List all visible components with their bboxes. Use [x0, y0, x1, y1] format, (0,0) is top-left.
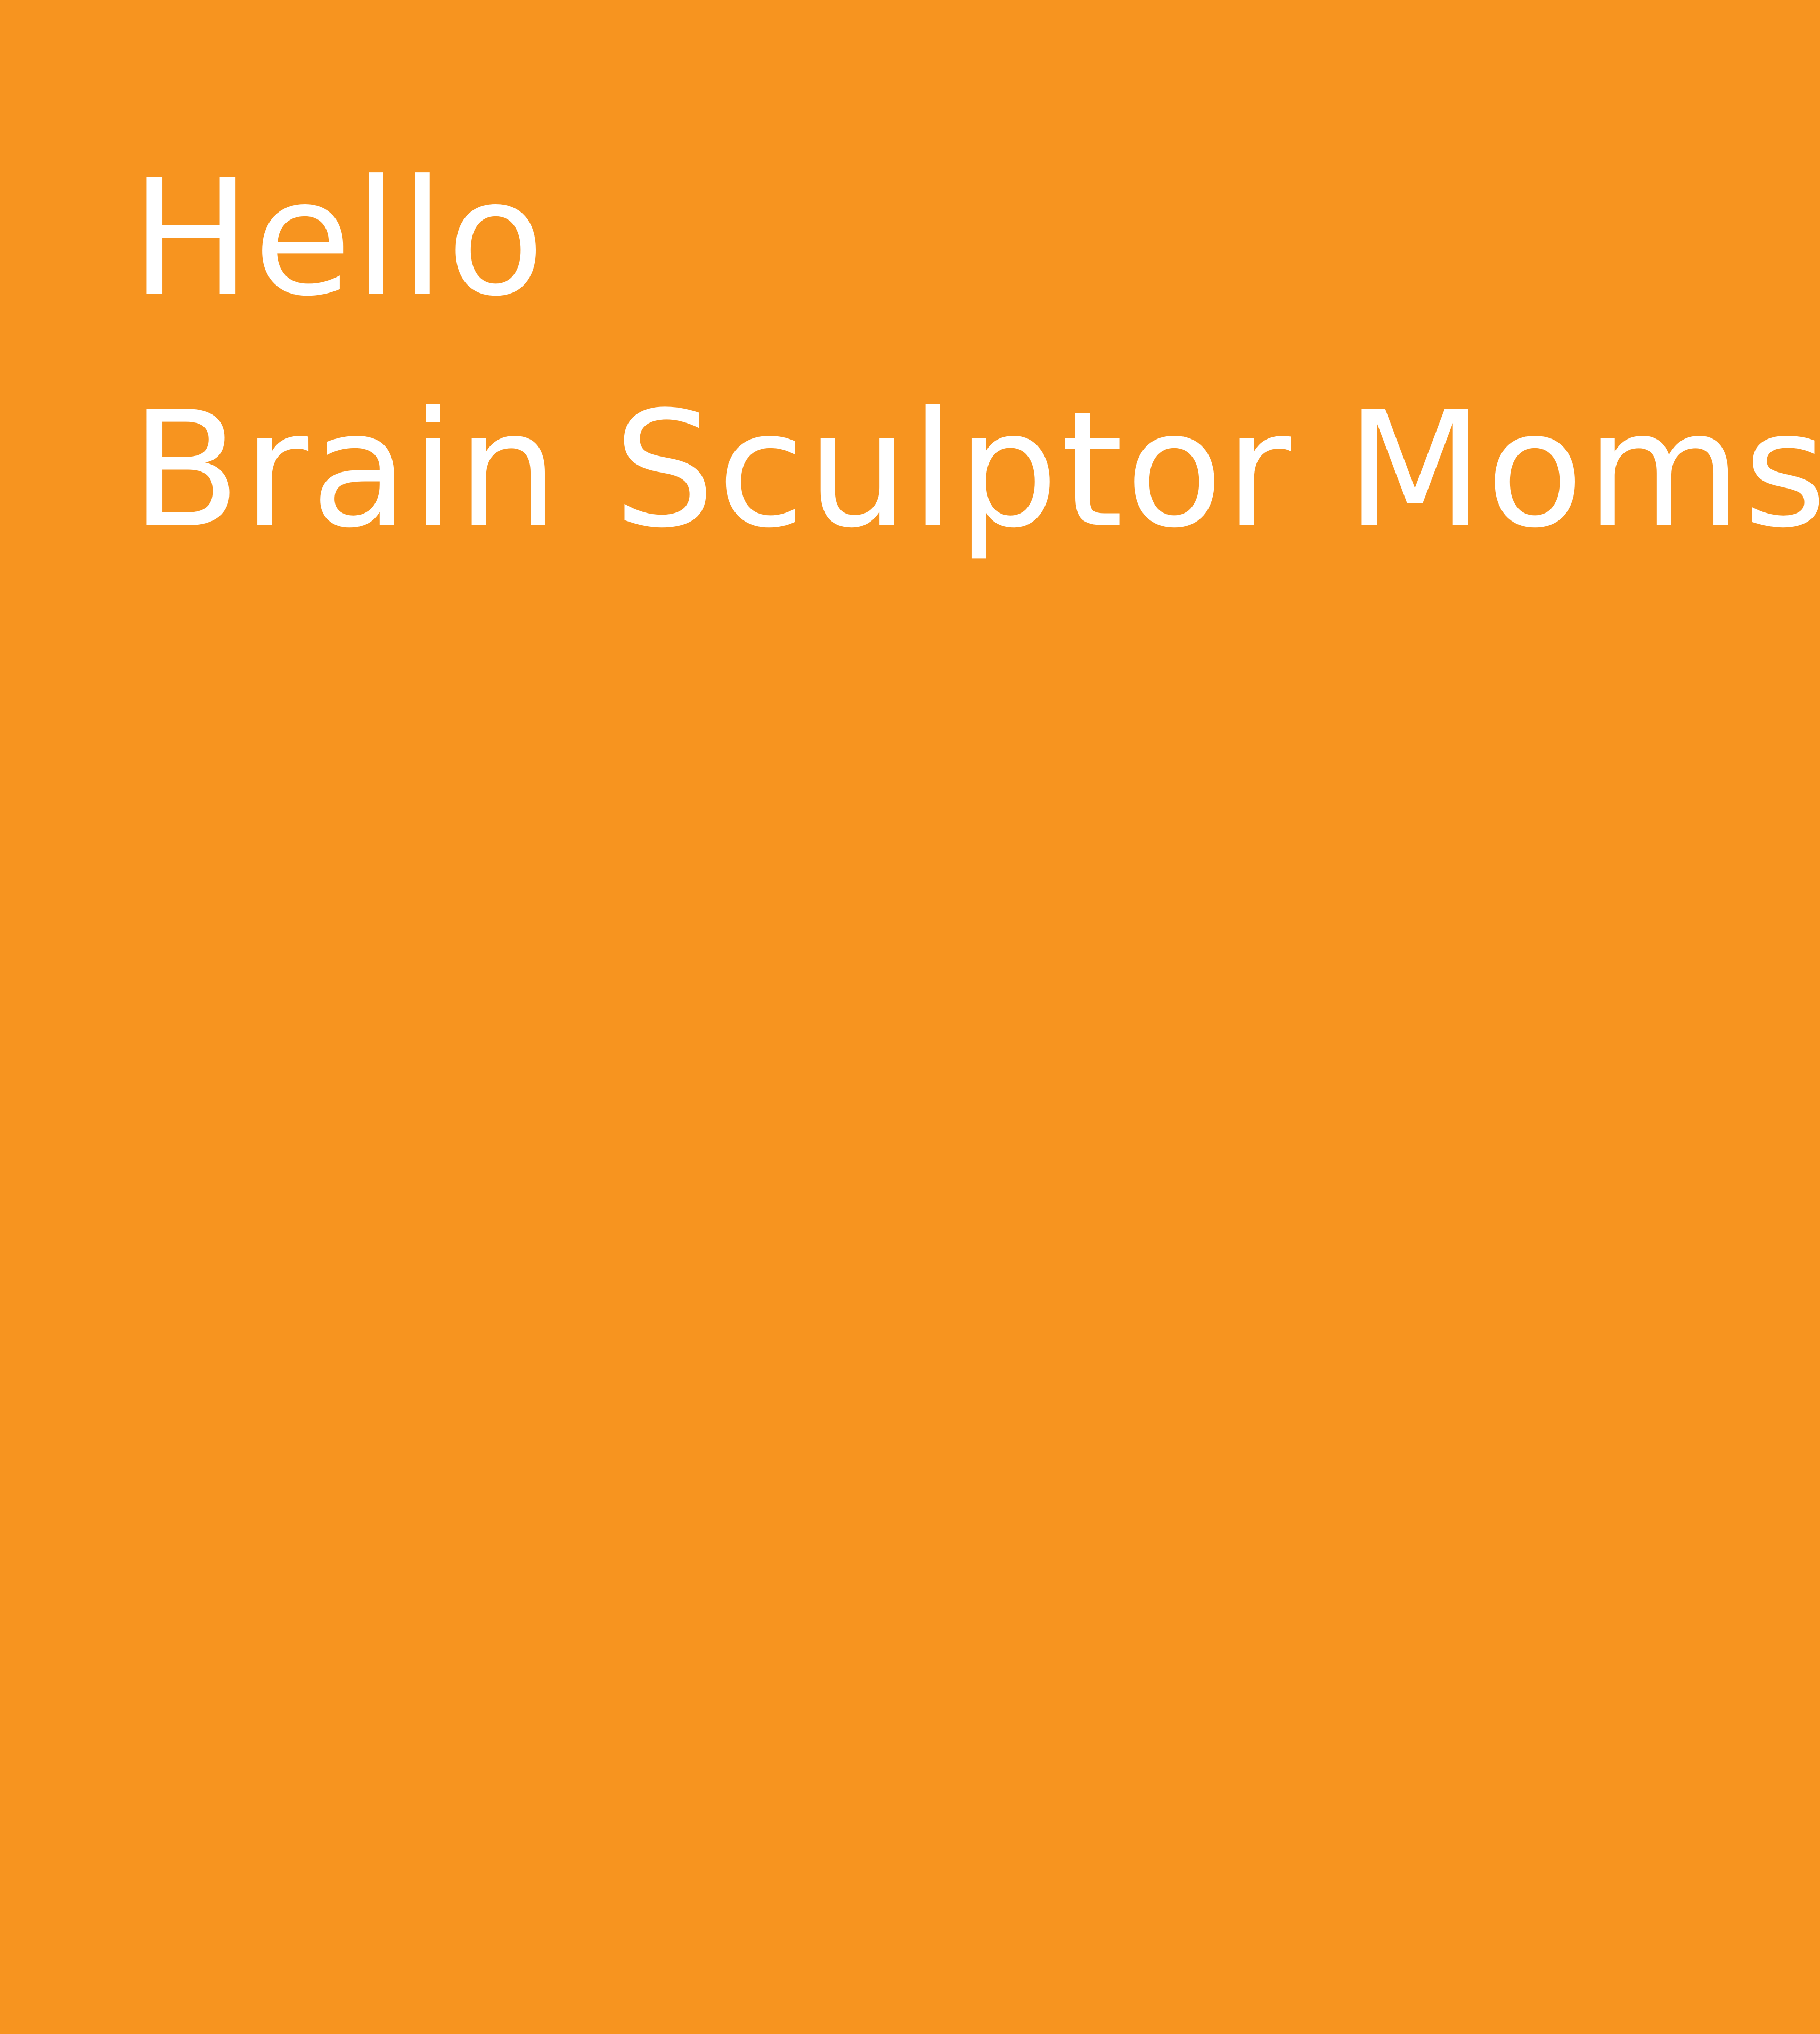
greeting-line-audience: Brain Sculptor Moms!	[131, 377, 1820, 563]
greeting-heading: Hello Brain Sculptor Moms!	[131, 123, 1820, 586]
orange-background: Hello Brain Sculptor Moms!	[0, 0, 1820, 2034]
greeting-line-hello: Hello	[131, 145, 547, 331]
